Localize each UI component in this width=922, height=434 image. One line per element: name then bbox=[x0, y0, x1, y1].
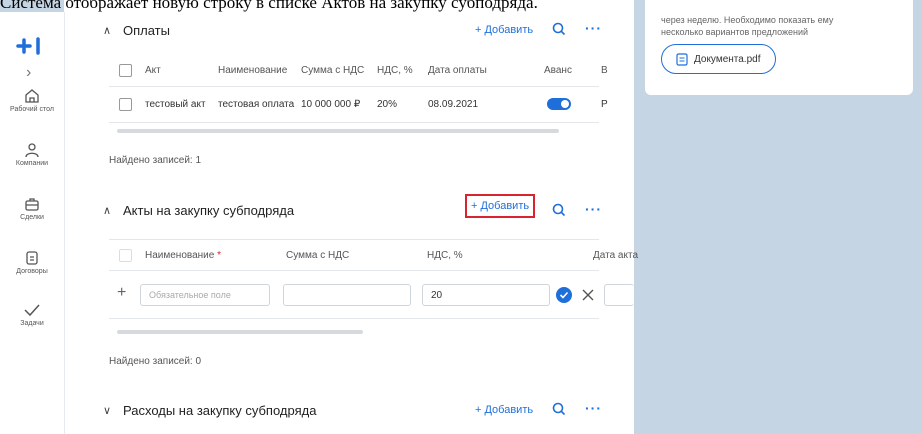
required-mark: * bbox=[217, 250, 222, 261]
column-header: Наименование bbox=[218, 65, 288, 76]
check-icon bbox=[24, 304, 40, 317]
table-cell: 08.09.2021 bbox=[428, 99, 479, 110]
confirm-icon[interactable] bbox=[556, 287, 572, 303]
vat-input[interactable]: 20 bbox=[422, 284, 550, 306]
horizontal-scrollbar[interactable] bbox=[117, 129, 559, 133]
file-icon bbox=[676, 52, 688, 66]
acts-section-header[interactable]: ∧ Акты на закупку субподряда bbox=[103, 200, 294, 220]
sidebar-expand-icon[interactable]: › bbox=[26, 64, 31, 82]
column-header: Сумма с НДС bbox=[286, 250, 350, 261]
table-cell: тестовый акт bbox=[145, 99, 206, 110]
row-checkbox[interactable] bbox=[119, 98, 132, 111]
card-text: через неделю. Необходимо показать ему не… bbox=[661, 14, 901, 38]
name-input[interactable]: Обязательное поле bbox=[140, 284, 270, 306]
briefcase-icon bbox=[25, 198, 39, 211]
select-all-checkbox[interactable] bbox=[119, 249, 132, 262]
chevron-up-icon[interactable]: ∧ bbox=[103, 204, 115, 217]
sidebar-item-label: Договоры bbox=[16, 268, 48, 275]
table-cell: тестовая оплата bbox=[218, 99, 295, 110]
column-header: НДС, % bbox=[377, 65, 413, 76]
more-icon[interactable]: ··· bbox=[585, 20, 602, 36]
acts-add-button[interactable]: + Добавить bbox=[465, 194, 536, 218]
table-cell: 10 000 000 ₽ bbox=[301, 99, 361, 110]
sidebar-item-label: Рабочий стол bbox=[10, 106, 54, 113]
divider bbox=[109, 270, 599, 271]
expenses-add-button[interactable]: + Добавить bbox=[475, 404, 533, 416]
close-icon[interactable] bbox=[581, 288, 595, 302]
attachment-name: Документа.pdf bbox=[694, 53, 761, 65]
payments-add-button[interactable]: + Добавить bbox=[475, 24, 533, 36]
chevron-down-icon[interactable]: ∨ bbox=[103, 404, 115, 417]
column-header: НДС, % bbox=[427, 250, 463, 261]
section-title: Акты на закупку субподряда bbox=[123, 202, 295, 218]
search-icon[interactable] bbox=[552, 402, 566, 416]
advance-toggle[interactable] bbox=[547, 98, 571, 110]
document-icon bbox=[26, 251, 38, 265]
expenses-section-header[interactable]: ∨ Расходы на закупку субподряда bbox=[103, 400, 316, 420]
select-all-checkbox[interactable] bbox=[119, 64, 132, 77]
table-cell: Р bbox=[601, 99, 608, 110]
sidebar-item-tasks[interactable]: Задачи bbox=[0, 302, 64, 327]
sidebar-item-contracts[interactable]: Договоры bbox=[0, 250, 64, 275]
column-header: Дата оплаты bbox=[428, 65, 487, 76]
more-icon[interactable]: ··· bbox=[585, 400, 602, 416]
records-count: Найдено записей: 1 bbox=[109, 155, 202, 166]
sidebar-item-label: Задачи bbox=[20, 320, 44, 327]
divider bbox=[109, 239, 599, 240]
sidebar-item-companies[interactable]: Компании bbox=[0, 142, 64, 167]
sidebar: › Рабочий стол Компании Сделки Договоры … bbox=[0, 12, 65, 434]
column-header: Аванс bbox=[544, 65, 572, 76]
sum-input[interactable] bbox=[283, 284, 411, 306]
home-icon bbox=[25, 89, 39, 103]
person-icon bbox=[25, 143, 39, 158]
section-title: Оплаты bbox=[123, 22, 170, 38]
sidebar-item-label: Сделки bbox=[20, 214, 44, 221]
column-header: Акт bbox=[145, 65, 161, 76]
divider bbox=[109, 86, 599, 87]
search-icon[interactable] bbox=[552, 203, 566, 217]
records-count: Найдено записей: 0 bbox=[109, 356, 202, 367]
instruction-caption: Система отображает новую строку в списке… bbox=[0, 0, 538, 12]
table-cell: 20% bbox=[377, 99, 398, 110]
card-text-line: через неделю. Необходимо показать ему bbox=[661, 15, 834, 25]
sidebar-item-label: Компании bbox=[15, 160, 49, 167]
card-text-line: несколько вариантов предложений bbox=[661, 27, 809, 37]
divider bbox=[109, 122, 599, 123]
search-icon[interactable] bbox=[552, 22, 566, 36]
section-title: Расходы на закупку субподряда bbox=[123, 402, 317, 418]
info-card: через неделю. Необходимо показать ему не… bbox=[645, 0, 913, 95]
column-header: Наименование * bbox=[145, 250, 222, 261]
app-logo bbox=[16, 37, 40, 55]
add-row-icon[interactable]: + bbox=[117, 284, 126, 302]
sidebar-item-deals[interactable]: Сделки bbox=[0, 196, 64, 221]
sidebar-item-desktop[interactable]: Рабочий стол bbox=[0, 88, 64, 113]
date-input[interactable] bbox=[604, 284, 634, 306]
more-icon[interactable]: ··· bbox=[585, 201, 602, 217]
column-header: В bbox=[601, 65, 608, 76]
chevron-up-icon[interactable]: ∧ bbox=[103, 24, 115, 37]
payments-section-header[interactable]: ∧ Оплаты bbox=[103, 20, 170, 40]
column-header: Дата акта bbox=[593, 250, 638, 261]
column-header: Сумма с НДС bbox=[301, 65, 365, 76]
divider bbox=[109, 318, 599, 319]
attachment-chip[interactable]: Документа.pdf bbox=[661, 44, 776, 74]
horizontal-scrollbar[interactable] bbox=[117, 330, 363, 334]
main-panel: ∧ Оплаты + Добавить ··· Акт Наименование… bbox=[65, 12, 638, 434]
